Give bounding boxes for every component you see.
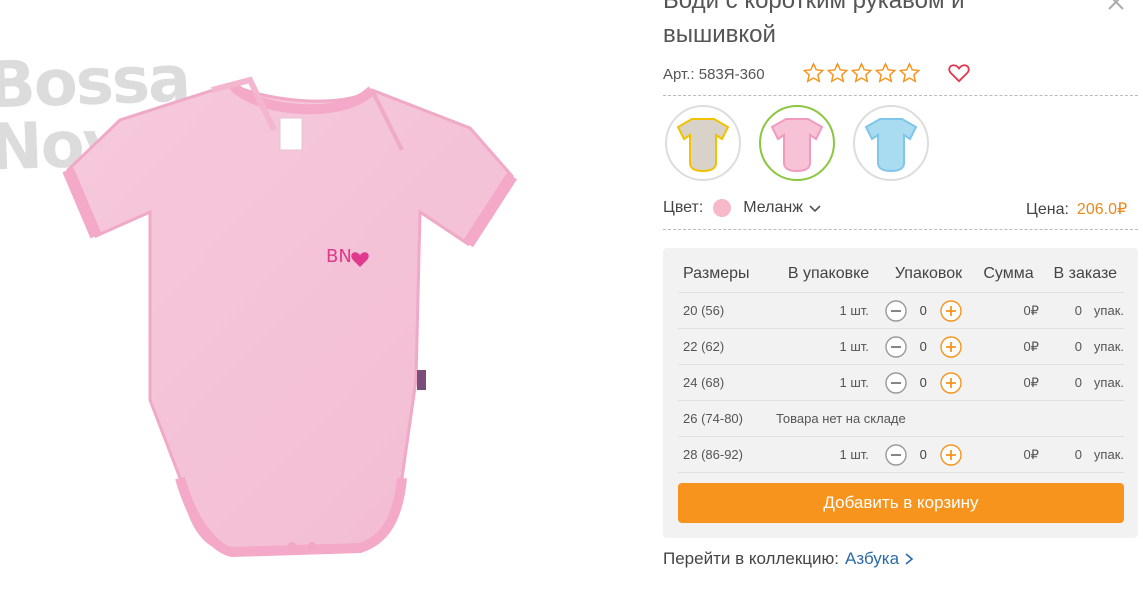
star-icon[interactable] [826,62,849,84]
order-panel: Размеры В упаковке Упаковок Сумма В зака… [663,248,1138,538]
star-icon[interactable] [850,62,873,84]
color-dropdown[interactable]: Меланж [743,199,821,217]
plus-icon[interactable] [940,299,962,322]
swatch-blue[interactable] [853,105,929,181]
header-sum: Сумма [983,265,1034,282]
row-size: 20 (56) [683,303,725,318]
collection-link[interactable]: Азбука [845,549,915,569]
row-ordered: 0 упак. [1039,339,1124,354]
swatch-grey-yellow[interactable] [665,105,741,181]
price-label: Цена: [1026,201,1069,218]
ordered-count: 0 [1074,375,1082,390]
price: Цена: 206.0₽ [1026,199,1127,219]
row-ordered: 0 упак. [1039,447,1124,462]
bodysuit-illustration: BN [62,76,518,558]
table-row: 28 (86-92) 1 шт. 0 0₽ 0 упак. [678,437,1124,473]
color-value: Меланж [743,199,803,216]
ordered-unit: упак. [1093,339,1124,354]
row-pack: 1 шт. [839,303,869,318]
row-ordered: 0 упак. [1039,375,1124,390]
collection-label: Перейти в коллекцию: [663,549,839,568]
row-size: 26 (74-80) [683,411,743,426]
ordered-count: 0 [1074,339,1082,354]
row-sum: 0₽ [1023,446,1039,462]
out-of-stock-text: Товара нет на складе [776,411,906,426]
bodysuit-shape [66,82,514,554]
bodysuit-thumbnail [770,118,824,173]
table-row: 24 (68) 1 шт. 0 0₽ 0 упак. [678,365,1124,401]
embroidery-text: BN [326,246,352,267]
table-row: 20 (56) 1 шт. 0 0₽ 0 упак. [678,293,1124,329]
plus-icon[interactable] [940,335,962,358]
ordered-unit: упак. [1093,303,1124,318]
plus-icon[interactable] [940,371,962,394]
quantity-stepper: 0 [885,371,962,394]
quantity-stepper: 0 [885,335,962,358]
row-size: 22 (62) [683,339,725,354]
header-packs: Упаковок [894,265,963,282]
bodysuit-thumbnail [676,118,730,173]
row-pack: 1 шт. [839,447,869,462]
quantity-value[interactable]: 0 [907,375,940,390]
table-row: 22 (62) 1 шт. 0 0₽ 0 упак. [678,329,1124,365]
quantity-value[interactable]: 0 [907,339,940,354]
quantity-stepper: 0 [885,299,962,322]
add-to-cart-button[interactable]: Добавить в корзину [678,483,1124,523]
collection-link-text: Азбука [845,549,900,568]
header-pack: В упаковке [787,265,870,282]
table-header: Размеры В упаковке Упаковок Сумма В зака… [678,256,1124,293]
swatch-pink[interactable] [759,105,835,181]
row-pack: 1 шт. [839,375,869,390]
ordered-count: 0 [1074,303,1082,318]
star-icon[interactable] [874,62,897,84]
star-icon[interactable] [802,62,825,84]
minus-icon[interactable] [885,299,907,322]
minus-icon[interactable] [885,371,907,394]
article-label: Арт.: [663,66,695,83]
size-table: Размеры В упаковке Упаковок Сумма В зака… [678,256,1124,473]
minus-icon[interactable] [885,443,907,466]
color-selector: Цвет: Меланж [663,199,821,217]
row-sum: 0₽ [1023,302,1039,318]
bodysuit-thumbnail [864,118,918,173]
ordered-unit: упак. [1093,375,1124,390]
divider [663,95,1138,96]
collection-row: Перейти в коллекцию: Азбука [663,549,915,569]
row-pack: 1 шт. [839,339,869,354]
ordered-unit: упак. [1093,447,1124,462]
product-image: Bossa Nova BN [0,0,640,594]
color-swatches [665,105,929,181]
star-icon[interactable] [898,62,921,84]
table-row: 26 (74-80) Товара нет на складе [678,401,1124,437]
quantity-stepper: 0 [885,443,962,466]
header-sizes: Размеры [683,265,750,282]
quantity-value[interactable]: 0 [907,303,940,318]
article-number: Арт.: 583Я-360 [663,66,765,83]
chevron-right-icon [905,553,914,565]
heart-icon[interactable] [948,63,970,83]
ordered-count: 0 [1074,447,1082,462]
header-ordered: В заказе [1053,265,1117,282]
chevron-down-icon [809,205,821,213]
divider [663,229,1138,230]
quantity-value[interactable]: 0 [907,447,940,462]
product-title: Боди с коротким рукавом и вышивкой [663,0,965,48]
price-value: 206.0₽ [1076,201,1128,218]
row-size: 28 (86-92) [683,447,743,462]
article-value: 583Я-360 [698,66,765,83]
rating-stars[interactable] [802,62,921,84]
plus-icon[interactable] [940,443,962,466]
minus-icon[interactable] [885,335,907,358]
color-dot [713,199,732,217]
color-label: Цвет: [663,199,704,216]
close-icon[interactable] [1106,0,1126,12]
row-sum: 0₽ [1023,338,1039,354]
row-size: 24 (68) [683,375,725,390]
row-sum: 0₽ [1023,374,1039,390]
row-ordered: 0 упак. [1039,303,1124,318]
